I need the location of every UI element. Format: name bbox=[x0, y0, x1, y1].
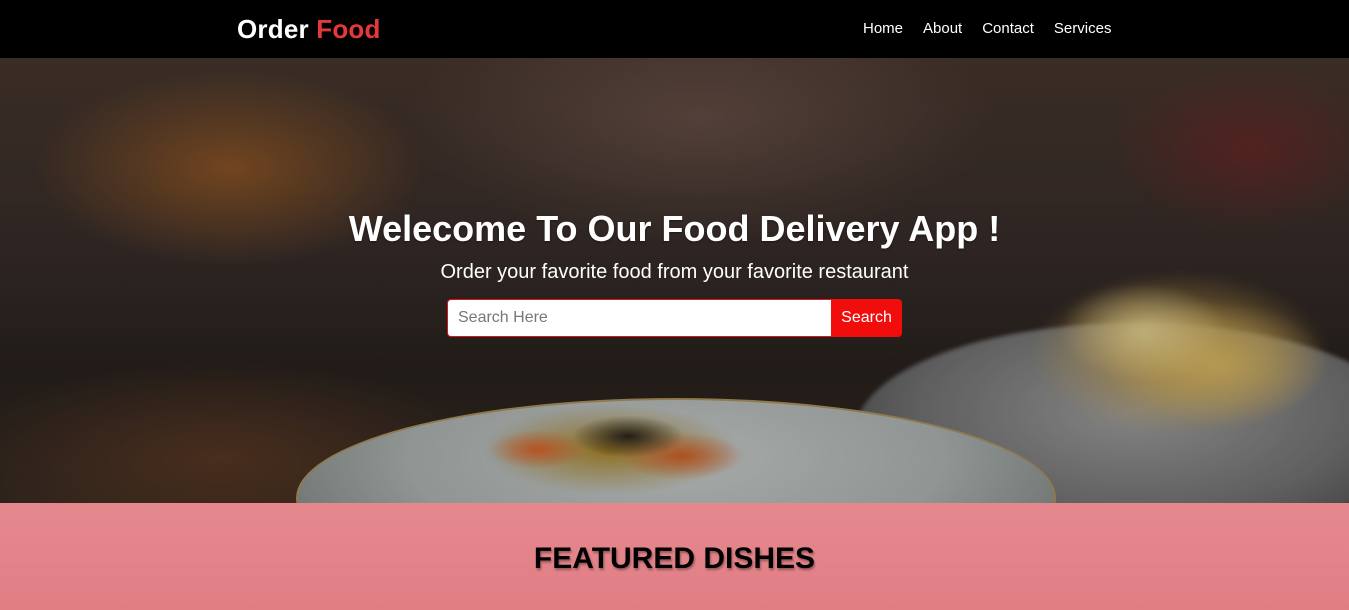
nav-link-services[interactable]: Services bbox=[1054, 19, 1112, 39]
navbar: Order Food Home About Contact Services bbox=[0, 0, 1349, 58]
nav-menu: Home About Contact Services bbox=[863, 19, 1131, 39]
search-button[interactable]: Search bbox=[831, 299, 902, 337]
nav-link-home[interactable]: Home bbox=[863, 19, 903, 39]
featured-dishes-title: FEATURED DISHES bbox=[533, 542, 816, 575]
brand-text-food: Food bbox=[316, 14, 381, 44]
hero-content: Welecome To Our Food Delivery App ! Orde… bbox=[0, 58, 1349, 503]
hero-section: Welecome To Our Food Delivery App ! Orde… bbox=[0, 58, 1349, 503]
brand-logo[interactable]: Order Food bbox=[237, 14, 381, 44]
nav-link-about[interactable]: About bbox=[923, 19, 962, 39]
hero-subtitle: Order your favorite food from your favor… bbox=[440, 261, 909, 283]
nav-link-contact[interactable]: Contact bbox=[982, 19, 1034, 39]
search-bar: Search bbox=[447, 299, 902, 337]
brand-text-order: Order bbox=[237, 14, 309, 44]
hero-title: Welecome To Our Food Delivery App ! bbox=[348, 208, 1001, 249]
search-input[interactable] bbox=[447, 299, 831, 337]
featured-dishes-section: FEATURED DISHES bbox=[0, 503, 1349, 610]
